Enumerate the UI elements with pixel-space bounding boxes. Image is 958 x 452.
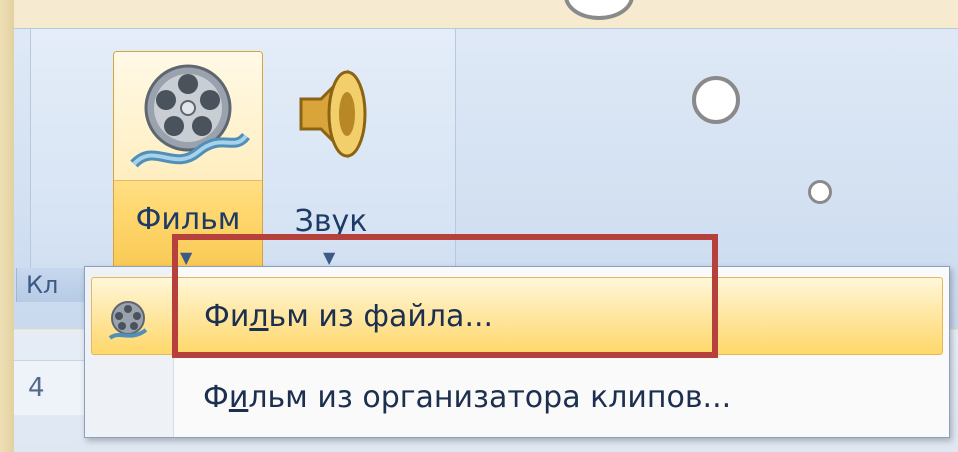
highlight-box xyxy=(172,234,718,358)
slide-left-edge xyxy=(0,0,14,452)
menu-item-film-from-clip-organizer[interactable]: Фильм из организатора клипов... xyxy=(85,359,949,437)
row-number: 4 xyxy=(14,360,84,415)
film-reel-icon xyxy=(108,301,148,340)
film-button-top[interactable] xyxy=(114,52,262,181)
film-button-label: Фильм xyxy=(135,202,241,237)
decorative-circle xyxy=(692,76,740,124)
menu-item-label: Фильм из организатора клипов... xyxy=(203,380,732,415)
ribbon-group-label: Кл xyxy=(26,271,59,299)
speaker-icon xyxy=(299,69,367,159)
film-reel-icon xyxy=(130,64,250,168)
decorative-circle xyxy=(808,180,832,204)
